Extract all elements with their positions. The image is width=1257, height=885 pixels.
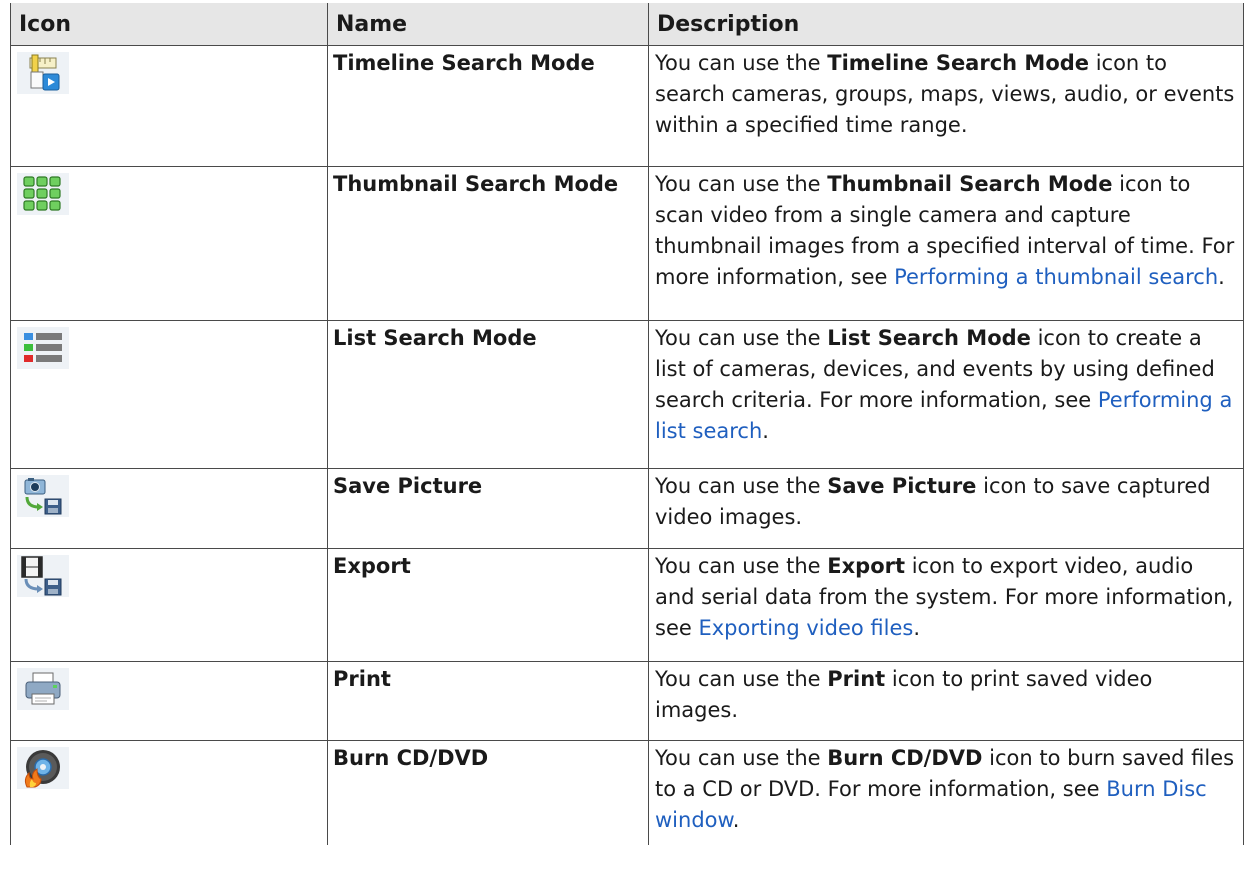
table-row: Print You can use the Print icon to prin… — [10, 661, 1244, 741]
table-row: List Search Mode You can use the List Se… — [10, 320, 1244, 469]
row-description: You can use the List Search Mode icon to… — [648, 320, 1244, 469]
row-name: List Search Mode — [327, 320, 649, 469]
print-icon — [17, 668, 69, 710]
table-row: Burn CD/DVD You can use the Burn CD/DVD … — [10, 740, 1244, 845]
icon-cell — [10, 468, 328, 549]
row-description: You can use the Print icon to print save… — [648, 661, 1244, 741]
icon-cell — [10, 661, 328, 741]
table-row: Save Picture You can use the Save Pictur… — [10, 468, 1244, 549]
header-name: Name — [327, 3, 649, 46]
row-name: Export — [327, 548, 649, 662]
burn-disc-icon — [17, 747, 69, 789]
thumbnail-search-icon — [17, 173, 69, 215]
row-name: Timeline Search Mode — [327, 45, 649, 167]
row-description: You can use the Thumbnail Search Mode ic… — [648, 166, 1244, 321]
row-name: Thumbnail Search Mode — [327, 166, 649, 321]
icon-cell — [10, 548, 328, 662]
table-row: Timeline Search Mode You can use the Tim… — [10, 45, 1244, 167]
row-name: Burn CD/DVD — [327, 740, 649, 845]
table-row: Thumbnail Search Mode You can use the Th… — [10, 166, 1244, 321]
header-description: Description — [648, 3, 1244, 46]
icon-cell — [10, 320, 328, 469]
icon-cell — [10, 166, 328, 321]
icon-reference-table: Icon Name Description Timeline Search Mo… — [10, 3, 1244, 845]
table-row: Export You can use the Export icon to ex… — [10, 548, 1244, 662]
row-description: You can use the Export icon to export vi… — [648, 548, 1244, 662]
row-description: You can use the Save Picture icon to sav… — [648, 468, 1244, 549]
table-header-row: Icon Name Description — [10, 3, 1244, 46]
save-picture-icon — [17, 475, 69, 517]
export-icon — [17, 555, 69, 597]
icon-cell — [10, 45, 328, 167]
list-search-icon — [17, 327, 69, 369]
header-icon: Icon — [10, 3, 328, 46]
exporting-video-files-link[interactable]: Exporting video files — [698, 616, 913, 640]
row-description: You can use the Timeline Search Mode ico… — [648, 45, 1244, 167]
timeline-search-icon — [17, 52, 69, 94]
row-name: Save Picture — [327, 468, 649, 549]
performing-thumbnail-search-link[interactable]: Performing a thumbnail search — [894, 265, 1218, 289]
row-description: You can use the Burn CD/DVD icon to burn… — [648, 740, 1244, 845]
icon-cell — [10, 740, 328, 845]
row-name: Print — [327, 661, 649, 741]
